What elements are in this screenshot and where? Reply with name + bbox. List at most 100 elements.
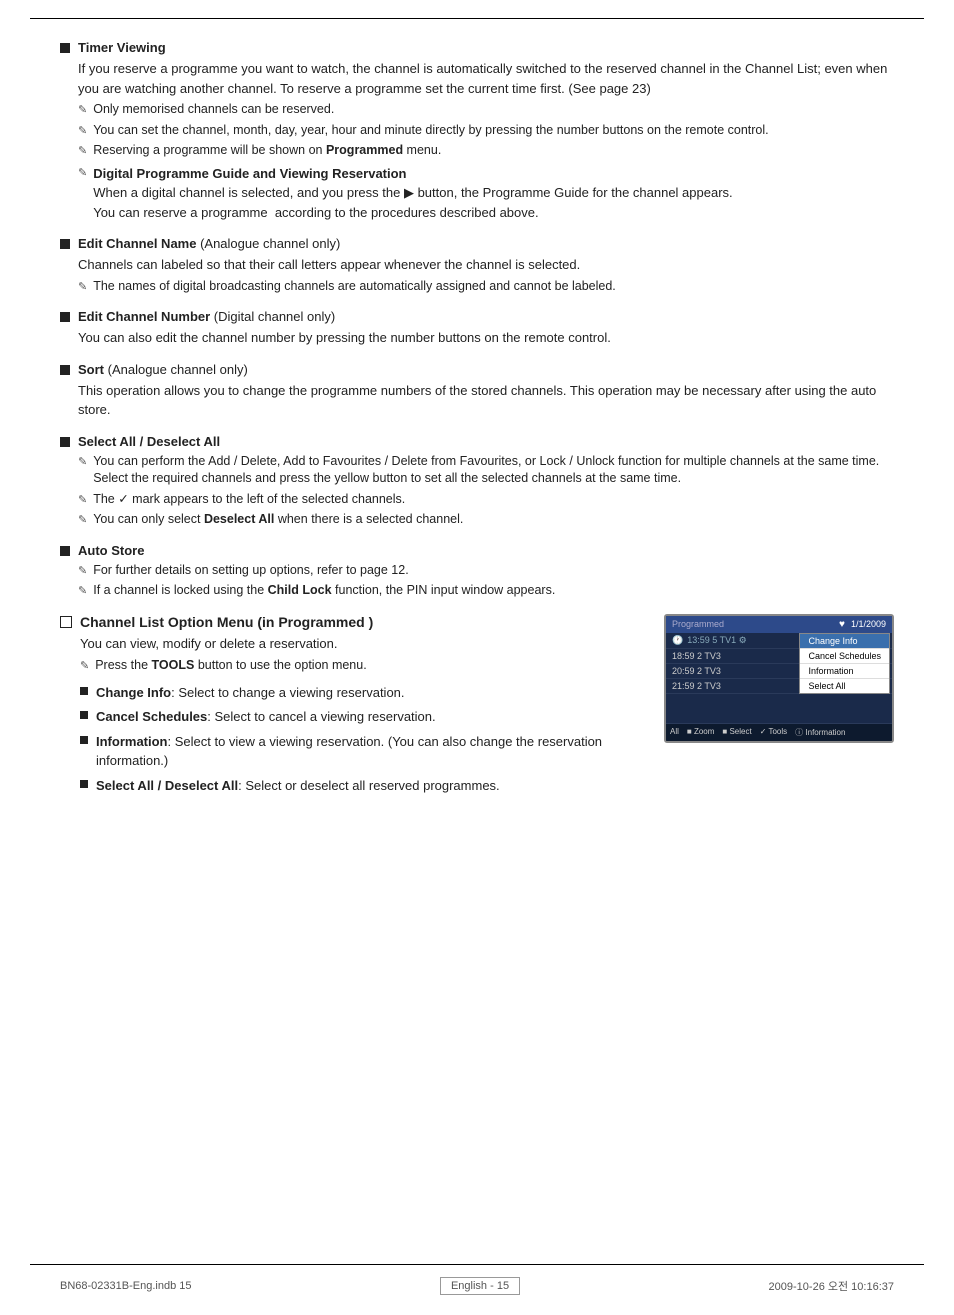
footer-right: 2009-10-26 오전 10:16:37: [769, 1278, 894, 1294]
bullet-cl-2: [80, 736, 88, 744]
note-text-as1: If a channel is locked using the Child L…: [93, 582, 555, 600]
note-text-sa1: The ✓ mark appears to the left of the se…: [93, 491, 405, 509]
note-icon-as0: ✎: [78, 563, 87, 580]
page-number-box: English - 15: [440, 1277, 520, 1295]
footer-left: BN68-02331B-Eng.indb 15: [60, 1280, 191, 1292]
section-auto-store: Auto Store ✎ For further details on sett…: [60, 543, 894, 600]
cl-item-2: Information: Select to view a viewing re…: [80, 732, 644, 771]
bullet-auto-store: [60, 546, 70, 556]
ctx-item-2: Information: [800, 663, 889, 678]
note-channel-list: ✎ Press the TOOLS button to use the opti…: [80, 657, 644, 675]
ctx-item-1: Cancel Schedules: [800, 648, 889, 663]
tv-row-header: 13:59 5 TV1 ⚙: [687, 635, 746, 646]
tv-bar-select: ■ Select: [722, 727, 751, 738]
bullet-timer-viewing: [60, 43, 70, 53]
tv-bar-info: ⓘ Information: [795, 727, 845, 738]
tv-bar-zoom: ■ Zoom: [687, 727, 715, 738]
border-bottom: [30, 1264, 924, 1265]
section-channel-list: Channel List Option Menu (in Programmed …: [60, 614, 894, 801]
sub-section-digital-guide: ✎ Digital Programme Guide and Viewing Re…: [78, 164, 894, 223]
note-icon-cl: ✎: [80, 658, 89, 675]
bullet-select-all: [60, 437, 70, 447]
note-icon-0: ✎: [78, 102, 87, 119]
tv-heart-icon: ♥: [839, 619, 845, 630]
sub-body-digital-2: You can reserve a programme according to…: [93, 203, 732, 223]
note-icon-as1: ✎: [78, 583, 87, 600]
note-text-cl: Press the TOOLS button to use the option…: [95, 657, 366, 675]
body-sort: This operation allows you to change the …: [78, 381, 894, 420]
note-text-ecn: The names of digital broadcasting channe…: [93, 278, 616, 296]
section-edit-channel-number: Edit Channel Number (Digital channel onl…: [60, 309, 894, 348]
note-timer-viewing-1: ✎ You can set the channel, month, day, y…: [78, 122, 894, 140]
note-text-0: Only memorised channels can be reserved.: [93, 101, 334, 119]
cl-item-3: Select All / Deselect All: Select or des…: [80, 776, 644, 796]
tv-screen: Programmed ♥ 1/1/2009 🕐 13:59 5 TV1 ⚙: [664, 614, 894, 743]
page-number: English - 15: [451, 1280, 509, 1292]
note-icon-2: ✎: [78, 143, 87, 160]
checkbox-channel-list: [60, 616, 72, 628]
tv-date: 1/1/2009: [851, 619, 886, 629]
tv-screen-image: Programmed ♥ 1/1/2009 🕐 13:59 5 TV1 ⚙: [664, 614, 894, 743]
cl-item-0: Change Info: Select to change a viewing …: [80, 683, 644, 703]
bullet-edit-channel-name: [60, 239, 70, 249]
bullet-edit-channel-number: [60, 312, 70, 322]
note-icon-ecn: ✎: [78, 279, 87, 296]
note-auto-store-1: ✎ If a channel is locked using the Child…: [78, 582, 894, 600]
note-icon-sa0: ✎: [78, 454, 87, 471]
body-channel-list: You can view, modify or delete a reserva…: [80, 634, 644, 654]
note-select-all-0: ✎ You can perform the Add / Delete, Add …: [78, 453, 894, 488]
title-select-all: Select All / Deselect All: [78, 434, 220, 449]
tv-clock-icon: 🕐: [672, 635, 683, 646]
tv-row-1-text: 18:59 2 TV3: [672, 651, 721, 661]
title-auto-store: Auto Store: [78, 543, 144, 558]
tv-spacer: [666, 694, 892, 714]
title-sort: Sort (Analogue channel only): [78, 362, 248, 377]
section-edit-channel-name: Edit Channel Name (Analogue channel only…: [60, 236, 894, 295]
body-edit-channel-name: Channels can labeled so that their call …: [78, 255, 894, 275]
note-icon-sa2: ✎: [78, 512, 87, 529]
channel-list-header: Channel List Option Menu (in Programmed …: [60, 614, 644, 630]
note-text-sa2: You can only select Deselect All when th…: [93, 511, 463, 529]
tv-bar-all: All: [670, 727, 679, 738]
tv-programmed-label: Programmed: [672, 619, 724, 629]
cl-label-2: Information: Select to view a viewing re…: [96, 732, 644, 771]
cl-label-3: Select All / Deselect All: Select or des…: [96, 776, 500, 796]
note-icon-1: ✎: [78, 123, 87, 140]
note-timer-viewing-0: ✎ Only memorised channels can be reserve…: [78, 101, 894, 119]
note-edit-channel-name-0: ✎ The names of digital broadcasting chan…: [78, 278, 894, 296]
note-text-2: Reserving a programme will be shown on P…: [93, 142, 441, 160]
note-text-1: You can set the channel, month, day, yea…: [93, 122, 768, 140]
tv-row-3-text: 21:59 2 TV3: [672, 681, 721, 691]
note-text-sa0: You can perform the Add / Delete, Add to…: [93, 453, 894, 488]
tv-bar-tools: ✓ Tools: [760, 727, 787, 738]
note-select-all-2: ✎ You can only select Deselect All when …: [78, 511, 894, 529]
tv-row-2-text: 20:59 2 TV3: [672, 666, 721, 676]
tv-bottom-bar: All ■ Zoom ■ Select ✓ Tools ⓘ Informatio…: [666, 723, 892, 741]
title-edit-channel-number: Edit Channel Number (Digital channel onl…: [78, 309, 335, 324]
section-sort: Sort (Analogue channel only) This operat…: [60, 362, 894, 420]
note-text-as0: For further details on setting up option…: [93, 562, 408, 580]
note-icon-sub: ✎: [78, 165, 87, 182]
tv-content-area: 🕐 13:59 5 TV1 ⚙ Change Info Cancel Sched…: [666, 633, 892, 723]
bullet-cl-0: [80, 687, 88, 695]
note-auto-store-0: ✎ For further details on setting up opti…: [78, 562, 894, 580]
body-timer-viewing: If you reserve a programme you want to w…: [78, 59, 894, 98]
title-timer-viewing: Timer Viewing: [78, 40, 166, 55]
cl-label-0: Change Info: Select to change a viewing …: [96, 683, 405, 703]
channel-list-items: Change Info: Select to change a viewing …: [80, 683, 644, 796]
bullet-sort: [60, 365, 70, 375]
context-menu: Change Info Cancel Schedules Information…: [799, 633, 890, 694]
page-container: Timer Viewing If you reserve a programme…: [0, 0, 954, 874]
section-select-all: Select All / Deselect All ✎ You can perf…: [60, 434, 894, 529]
ctx-item-0: Change Info: [800, 634, 889, 648]
title-channel-list: Channel List Option Menu (in Programmed …: [80, 614, 373, 630]
sub-body-digital: When a digital channel is selected, and …: [93, 183, 732, 203]
cl-label-1: Cancel Schedules: Select to cancel a vie…: [96, 707, 436, 727]
note-icon-sa1: ✎: [78, 492, 87, 509]
section-timer-viewing: Timer Viewing If you reserve a programme…: [60, 40, 894, 222]
body-edit-channel-number: You can also edit the channel number by …: [78, 328, 894, 348]
ctx-item-3: Select All: [800, 678, 889, 693]
sub-title-digital: Digital Programme Guide and Viewing Rese…: [93, 166, 406, 181]
bullet-cl-1: [80, 711, 88, 719]
bullet-cl-3: [80, 780, 88, 788]
